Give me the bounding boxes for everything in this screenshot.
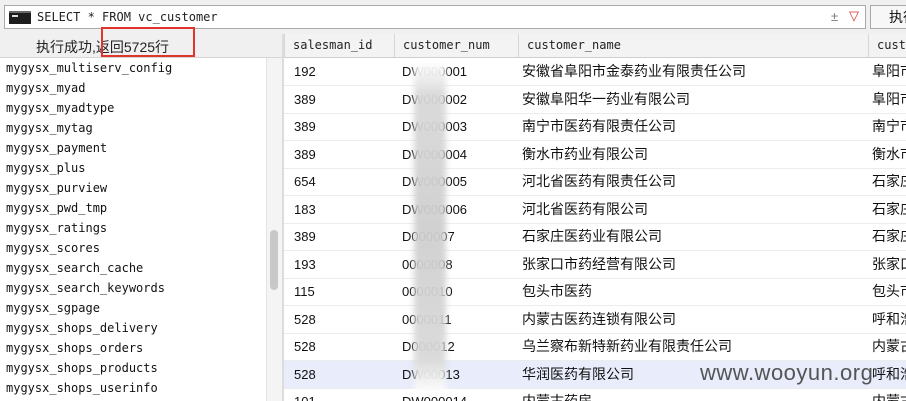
cell-customer-name[interactable]: 包头市医药 [522,278,862,305]
cell-extra[interactable]: 内蒙古 [872,333,906,360]
cell-extra[interactable]: 阜阳市 [872,86,906,113]
table-list-item[interactable]: mygysx_sgpage [0,298,266,318]
table-row[interactable]: 389DW000004衡水市药业有限公司衡水市 [284,141,906,169]
column-header-salesman-id[interactable]: salesman_id [284,34,394,57]
cell-customer-name[interactable]: 衡水市药业有限公司 [522,141,862,168]
cell-customer-name[interactable]: 乌兰察布新特新药业有限责任公司 [522,333,862,360]
table-row[interactable]: 1150000010包头市医药包头市 [284,278,906,306]
cell-extra[interactable]: 石家庄 [872,223,906,250]
table-list-item[interactable]: mygysx_shops_orders [0,338,266,358]
cell-customer-name[interactable]: 内蒙古药房 [522,388,862,401]
column-header-cust[interactable]: cust [868,34,906,57]
table-row[interactable]: 389DW000002安徽阜阳华一药业有限公司阜阳市 [284,86,906,114]
table-row[interactable]: 183DW000006河北省医药有限公司石家庄 [284,196,906,224]
table-row[interactable]: 192DW000001安徽省阜阳市金泰药业有限责任公司阜阳市 [284,58,906,86]
cell-salesman-id[interactable]: 192 [294,58,390,85]
cell-extra[interactable]: 南宁市 [872,113,906,140]
sql-query-text: SELECT * FROM vc_customer [37,10,218,24]
cell-extra[interactable]: 衡水市 [872,141,906,168]
cell-extra[interactable]: 包头市 [872,278,906,305]
table-row[interactable]: 101DW000014内蒙古药房内蒙古 [284,388,906,401]
cell-customer-name[interactable]: 安徽省阜阳市金泰药业有限责任公司 [522,58,862,85]
cell-extra[interactable]: 呼和浩 [872,361,906,388]
cell-customer-name[interactable]: 石家庄医药业有限公司 [522,223,862,250]
cell-customer-name[interactable]: 张家口市药经营有限公司 [522,251,862,278]
table-list-item[interactable]: mygysx_shops_products [0,358,266,378]
cell-salesman-id[interactable]: 389 [294,86,390,113]
table-list-item[interactable]: mygysx_shops_delivery [0,318,266,338]
clear-icon[interactable]: ± [831,9,838,24]
sql-query-input[interactable]: SELECT * FROM vc_customer ± ▽ [4,5,866,29]
cell-customer-name[interactable]: 安徽阜阳华一药业有限公司 [522,86,862,113]
table-row[interactable]: 528D000012乌兰察布新特新药业有限责任公司内蒙古 [284,333,906,361]
cell-salesman-id[interactable]: 115 [294,278,390,305]
table-list-item[interactable]: mygysx_mytag [0,118,266,138]
table-row[interactable]: 389D000007石家庄医药业有限公司石家庄 [284,223,906,251]
cell-customer-name[interactable]: 河北省医药有限责任公司 [522,168,862,195]
status-highlight-box [101,27,195,57]
table-list-item[interactable]: mygysx_purview [0,178,266,198]
cell-extra[interactable]: 内蒙古 [872,388,906,401]
cell-extra[interactable]: 阜阳市 [872,58,906,85]
cell-extra[interactable]: 张家口 [872,251,906,278]
cell-customer-name[interactable]: 内蒙古医药连锁有限公司 [522,306,862,333]
table-row[interactable]: 389DW000003南宁市医药有限责任公司南宁市 [284,113,906,141]
cell-salesman-id[interactable]: 389 [294,141,390,168]
table-list-item[interactable]: mygysx_myad [0,78,266,98]
cell-salesman-id[interactable]: 389 [294,223,390,250]
cell-extra[interactable]: 呼和浩 [872,306,906,333]
grid-header: salesman_id customer_num customer_name c… [284,34,906,58]
table-row[interactable]: 1930000008张家口市药经营有限公司张家口 [284,251,906,279]
table-list: mygysx_multiserv_config mygysx_myad mygysx… [0,58,266,401]
table-list-item[interactable]: mygysx_ratings [0,218,266,238]
grid-body: 192DW000001安徽省阜阳市金泰药业有限责任公司阜阳市389DW00000… [284,58,906,401]
cell-extra[interactable]: 石家庄 [872,196,906,223]
cell-salesman-id[interactable]: 183 [294,196,390,223]
redaction-blur [414,62,446,392]
table-list-item[interactable]: mygysx_plus [0,158,266,178]
table-list-item[interactable]: mygysx_scores [0,238,266,258]
cell-customer-name[interactable]: 南宁市医药有限责任公司 [522,113,862,140]
cell-customer-name[interactable]: 河北省医药有限公司 [522,196,862,223]
cell-salesman-id[interactable]: 101 [294,388,390,401]
watermark: www.wooyun.org [700,360,874,385]
cell-salesman-id[interactable]: 528 [294,361,390,388]
execute-button[interactable]: 执行 [870,5,906,29]
cell-salesman-id[interactable]: 528 [294,306,390,333]
cell-salesman-id[interactable]: 389 [294,113,390,140]
table-list-item[interactable]: mygysx_pwd_tmp [0,198,266,218]
table-list-item[interactable]: mygysx_myadtype [0,98,266,118]
cell-salesman-id[interactable]: 654 [294,168,390,195]
scrollbar-thumb[interactable] [270,230,278,290]
cell-extra[interactable]: 石家庄 [872,168,906,195]
table-row[interactable]: 5280000011内蒙古医药连锁有限公司呼和浩 [284,306,906,334]
cell-salesman-id[interactable]: 193 [294,251,390,278]
table-list-item[interactable]: mygysx_payment [0,138,266,158]
cell-salesman-id[interactable]: 528 [294,333,390,360]
table-list-item[interactable]: mygysx_shops_userinfo [0,378,266,398]
column-header-customer-name[interactable]: customer_name [518,34,868,57]
table-list-item[interactable]: mygysx_search_cache [0,258,266,278]
table-list-item[interactable]: mygysx_multiserv_config [0,58,266,78]
table-list-scrollbar[interactable] [266,58,282,401]
column-header-customer-num[interactable]: customer_num [394,34,518,57]
table-row[interactable]: 654DW000005河北省医药有限责任公司石家庄 [284,168,906,196]
terminal-icon [9,11,31,24]
table-list-item[interactable]: mygysx_search_keywords [0,278,266,298]
chevron-down-icon[interactable]: ▽ [849,8,859,24]
result-grid: salesman_id customer_num customer_name c… [284,34,906,401]
